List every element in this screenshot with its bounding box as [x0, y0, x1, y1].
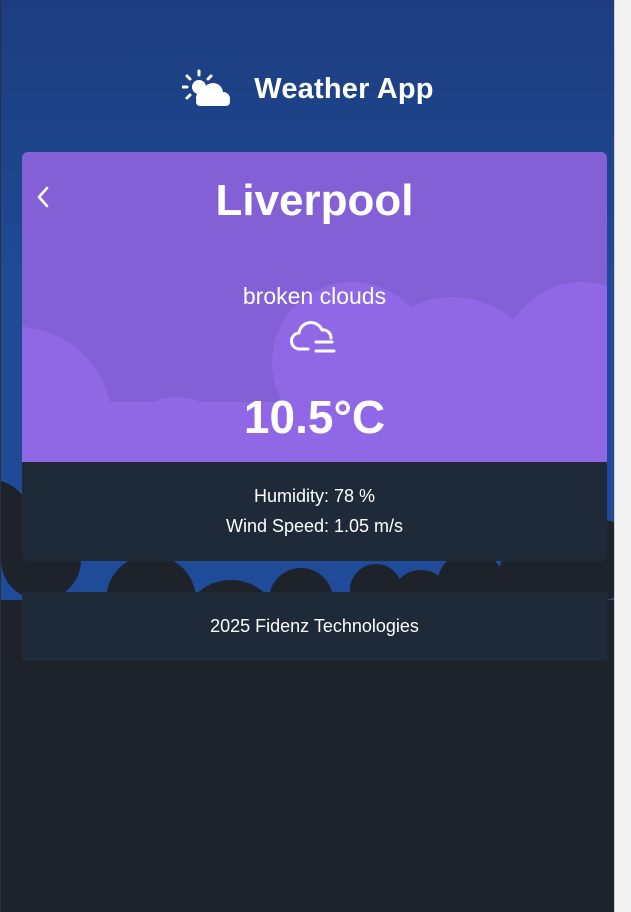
app-header: Weather App — [1, 66, 615, 112]
weather-card: Liverpool broken clouds 10.5°C Humidity:… — [22, 152, 607, 561]
background-window-edge — [614, 0, 631, 912]
footer: 2025 Fidenz Technologies — [22, 592, 607, 661]
cloud-icon — [290, 321, 336, 353]
weather-card-top: Liverpool broken clouds 10.5°C — [22, 152, 607, 462]
app-window: Weather App Liverpool broken clouds 10.5… — [0, 0, 615, 912]
partly-sunny-cloud-icon — [182, 69, 232, 109]
app-title: Weather App — [254, 72, 434, 105]
temperature: 10.5°C — [243, 391, 386, 443]
city-name: Liverpool — [215, 176, 414, 225]
wind-speed-text: Wind Speed: 1.05 m/s — [225, 516, 404, 536]
humidity-text: Humidity: 78 % — [253, 486, 376, 506]
weather-details: Humidity: 78 % Wind Speed: 1.05 m/s — [22, 462, 607, 561]
footer-text: 2025 Fidenz Technologies — [210, 616, 419, 636]
weather-description: broken clouds — [242, 283, 387, 309]
